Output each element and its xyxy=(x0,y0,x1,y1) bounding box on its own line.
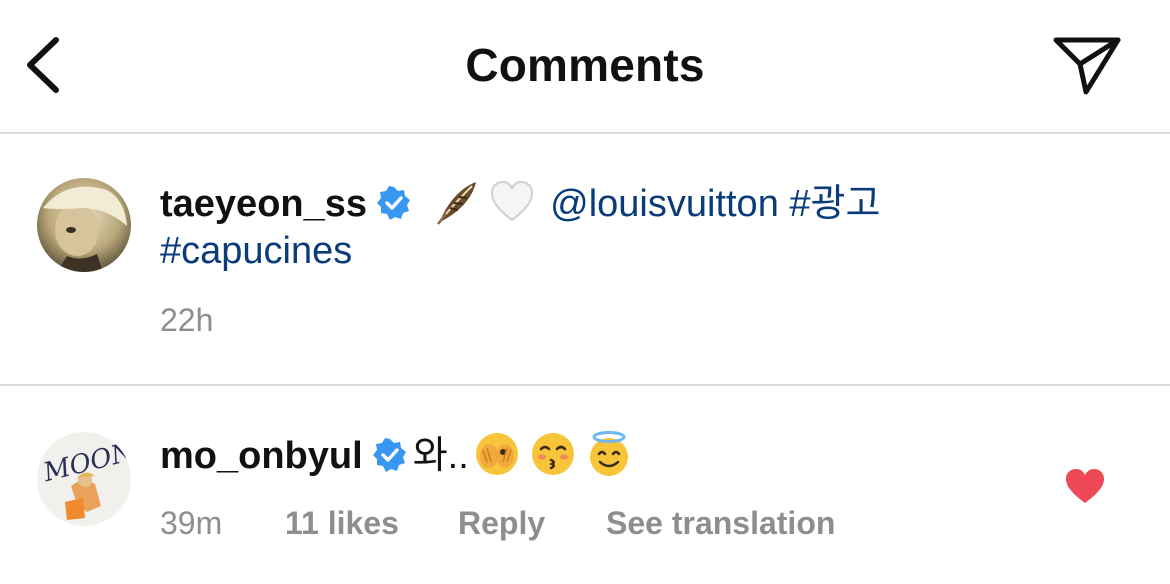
heart-icon[interactable] xyxy=(1064,467,1106,505)
kissing-face-icon xyxy=(531,433,574,475)
feather-icon xyxy=(436,182,476,225)
comment-body: mo_onbyul 와.. xyxy=(160,430,637,486)
hashtag-link-capucines[interactable]: #capucines xyxy=(160,230,352,272)
verified-badge-icon xyxy=(377,186,411,220)
paper-plane-icon xyxy=(1053,37,1121,95)
hashtag-link-ad[interactable]: #광고 xyxy=(789,183,880,225)
reply-button[interactable]: Reply xyxy=(458,505,545,542)
share-button[interactable] xyxy=(1048,32,1124,98)
caption-divider xyxy=(0,384,1170,386)
header-divider xyxy=(0,132,1170,134)
comment-timestamp: 39m xyxy=(160,505,223,541)
page-title: Comments xyxy=(465,39,705,91)
comment-username[interactable]: mo_onbyul xyxy=(160,435,363,477)
verified-badge-icon xyxy=(372,438,406,472)
header-bar: Comments xyxy=(0,0,1170,133)
post-caption-line-2: #capucines xyxy=(160,226,352,276)
see-translation-button[interactable]: See translation xyxy=(606,505,835,542)
avatar-commenter[interactable]: MOON xyxy=(37,432,131,526)
comment-likes-count[interactable]: 11 likes xyxy=(285,505,399,542)
mention-link[interactable]: @louisvuitton xyxy=(550,183,779,225)
avatar-post-author[interactable] xyxy=(37,178,131,272)
post-username[interactable]: taeyeon_ss xyxy=(160,183,367,225)
white-heart-icon xyxy=(490,180,533,222)
comment-text: 와.. xyxy=(412,435,469,478)
smiling-face-with-halo-icon xyxy=(589,431,628,476)
post-timestamp: 22h xyxy=(160,302,214,338)
face-with-peeking-eye-icon xyxy=(475,433,518,475)
